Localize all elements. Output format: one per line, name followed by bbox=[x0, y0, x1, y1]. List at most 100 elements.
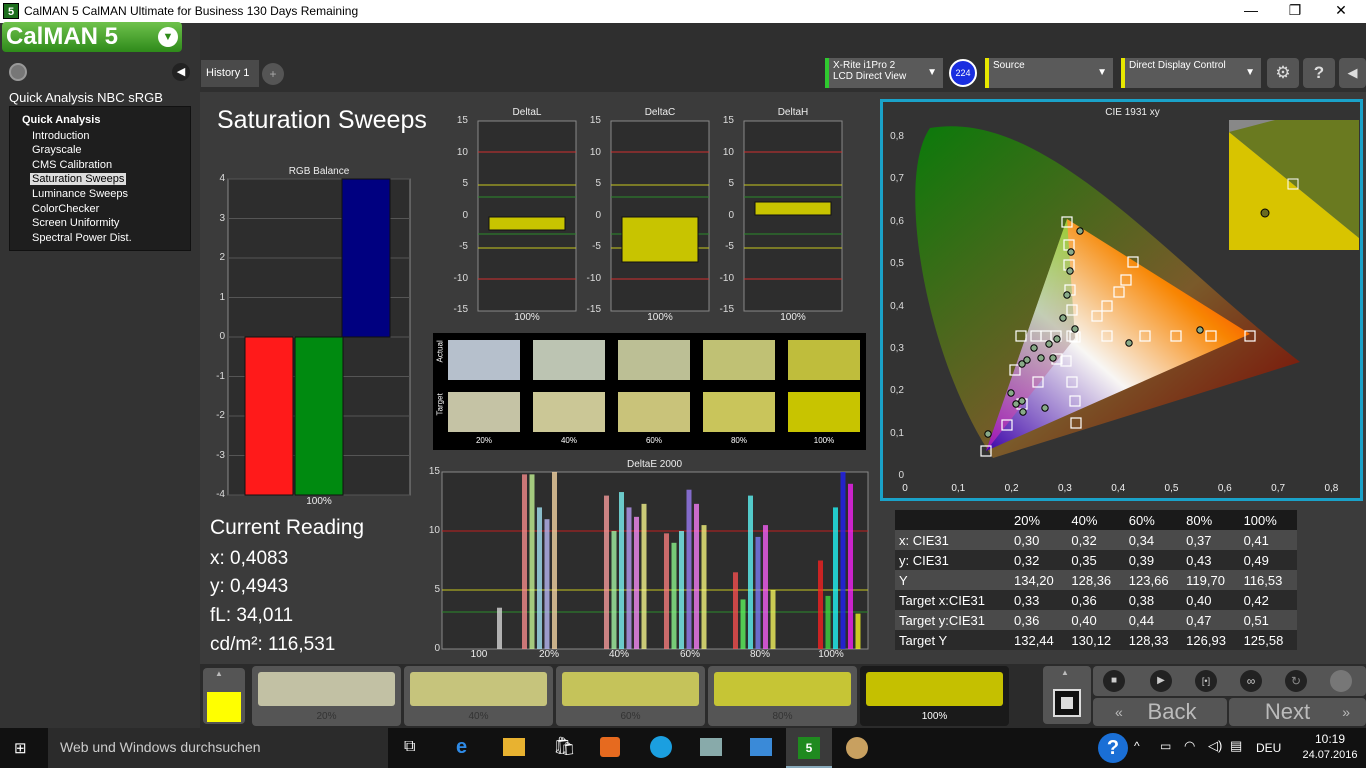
deltae-y-tick: 5 bbox=[434, 584, 440, 595]
double-chevron-right-icon: » bbox=[1342, 704, 1350, 720]
step-button[interactable]: 40% bbox=[404, 666, 553, 726]
next-label: Next bbox=[1264, 699, 1311, 724]
measured-marker bbox=[1125, 339, 1133, 347]
pin-icon[interactable] bbox=[9, 63, 27, 81]
sidebar-item-cms-calibration[interactable]: CMS Calibration bbox=[32, 159, 112, 171]
sidebar-item-colorchecker[interactable]: ColorChecker bbox=[32, 203, 99, 215]
cie-x-tick: 0,6 bbox=[1217, 483, 1232, 494]
wifi-icon[interactable]: ◠ bbox=[1184, 738, 1195, 754]
tab-history-1[interactable]: History 1 bbox=[201, 60, 259, 87]
help-circle-icon[interactable]: ? bbox=[1098, 733, 1128, 763]
cie-x-tick: 0,1 bbox=[951, 483, 966, 494]
step-button[interactable]: 60% bbox=[556, 666, 705, 726]
sidebar-item-introduction[interactable]: Introduction bbox=[32, 130, 89, 142]
task-view-icon[interactable]: ⧉ bbox=[404, 738, 415, 756]
refresh-icon[interactable]: ↻ bbox=[1285, 670, 1307, 692]
step-button[interactable]: 80% bbox=[708, 666, 857, 726]
step-color-swatch bbox=[866, 672, 1003, 706]
actual-swatch bbox=[703, 340, 775, 380]
sidebar-item-spectral-power[interactable]: Spectral Power Dist. bbox=[32, 232, 132, 244]
measured-marker bbox=[1196, 326, 1204, 334]
clock-date[interactable]: 24.07.2016 bbox=[1296, 749, 1364, 761]
back-button[interactable]: « Back bbox=[1093, 698, 1227, 726]
windows-start-icon[interactable]: ⊞ bbox=[14, 739, 32, 757]
chevron-down-icon: ▼ bbox=[1097, 67, 1107, 78]
maximize-button[interactable]: ❐ bbox=[1283, 2, 1307, 20]
delta-y-tick: 10 bbox=[722, 146, 734, 158]
delta-y-tick: 15 bbox=[589, 115, 601, 126]
deltae-bar bbox=[626, 507, 632, 649]
clock-time[interactable]: 10:19 bbox=[1300, 732, 1360, 746]
loop-icon[interactable]: ∞ bbox=[1240, 670, 1262, 692]
deltae-bar bbox=[537, 507, 542, 649]
add-tab-button[interactable]: + bbox=[262, 63, 284, 85]
step-button[interactable]: 100% bbox=[860, 666, 1009, 726]
volume-icon[interactable]: ◁) bbox=[1208, 738, 1222, 754]
target-swatch bbox=[533, 392, 605, 432]
deltae-bar bbox=[552, 472, 557, 649]
store-icon[interactable]: 🛍 bbox=[553, 736, 576, 757]
paint-icon[interactable] bbox=[846, 737, 868, 759]
cie-y-tick: 0,2 bbox=[890, 385, 904, 397]
stop-icon[interactable]: ■ bbox=[1103, 670, 1125, 692]
display-selector[interactable]: Direct Display Control ▼ bbox=[1121, 58, 1261, 88]
blue-bar bbox=[341, 178, 391, 338]
network-icon[interactable]: ▭ bbox=[1160, 739, 1171, 753]
delta-y-tick: 10 bbox=[456, 146, 468, 158]
table-cell: 0,51 bbox=[1243, 612, 1269, 628]
search-box[interactable]: Web und Windows durchsuchen bbox=[48, 728, 388, 768]
cie-x-tick: 0 bbox=[902, 483, 908, 494]
deltae-bar bbox=[840, 472, 846, 649]
deltae-bar bbox=[679, 531, 684, 649]
tree-root[interactable]: Quick Analysis bbox=[22, 114, 100, 126]
source-selector[interactable]: Source ▼ bbox=[985, 58, 1113, 88]
file-explorer-icon[interactable] bbox=[503, 738, 525, 756]
table-cell: 128,33 bbox=[1128, 632, 1169, 648]
language-indicator[interactable]: DEU bbox=[1256, 741, 1281, 755]
measure-icon bbox=[1053, 689, 1081, 717]
sidebar-item-saturation-sweeps[interactable]: Saturation Sweeps bbox=[30, 173, 127, 185]
app-icon-1[interactable] bbox=[700, 738, 722, 756]
meter-name: X-Rite i1Pro 2 bbox=[833, 60, 896, 71]
delta-y-tick: 5 bbox=[462, 178, 468, 189]
cie-y-tick: 0 bbox=[898, 470, 904, 482]
app-icon-2[interactable] bbox=[750, 738, 772, 756]
step-icon[interactable]: [•] bbox=[1195, 670, 1217, 692]
notification-icon[interactable]: ▤ bbox=[1230, 738, 1242, 754]
rgb-balance-chart bbox=[227, 178, 411, 496]
calman-menu-button[interactable]: CalMAN 5 ▼ bbox=[2, 22, 182, 52]
collapse-right-icon[interactable]: ◀ bbox=[1339, 58, 1366, 88]
table-cell: 0,39 bbox=[1128, 552, 1155, 568]
sidebar-item-screen-uniformity[interactable]: Screen Uniformity bbox=[32, 217, 119, 229]
deltae-bar bbox=[825, 595, 831, 649]
rgb-y-tick: 4 bbox=[219, 173, 225, 184]
calman-taskbar-icon[interactable]: 5 bbox=[786, 728, 832, 768]
play-icon[interactable]: ▶ bbox=[1150, 670, 1172, 692]
current-patch[interactable]: ▲ bbox=[203, 668, 245, 724]
table-cell: 0,41 bbox=[1243, 532, 1269, 548]
app-icon: 5 bbox=[3, 3, 19, 19]
stop-measure-button[interactable]: ▲ bbox=[1043, 666, 1091, 724]
meter-selector[interactable]: X-Rite i1Pro 2 LCD Direct View ▼ bbox=[825, 58, 943, 88]
settings-gear-icon[interactable]: ⚙ bbox=[1267, 58, 1299, 88]
edge-icon[interactable]: e bbox=[456, 736, 467, 759]
help-icon[interactable]: ? bbox=[1303, 58, 1335, 88]
collapse-sidebar-button[interactable]: ◀ bbox=[172, 63, 190, 81]
logo-text: CalMAN 5 bbox=[6, 23, 119, 50]
media-icon[interactable] bbox=[600, 737, 620, 757]
teamviewer-icon[interactable] bbox=[650, 736, 672, 758]
tray-chevron-icon[interactable]: ^ bbox=[1134, 739, 1140, 753]
sidebar-item-luminance-sweeps[interactable]: Luminance Sweeps bbox=[32, 188, 128, 200]
rgb-y-tick: 0 bbox=[219, 331, 225, 342]
close-button[interactable]: ✕ bbox=[1329, 2, 1353, 20]
rgb-x-label: 100% bbox=[306, 496, 332, 507]
next-button[interactable]: Next » bbox=[1229, 698, 1366, 726]
delta-y-tick: -5 bbox=[725, 241, 734, 252]
step-button[interactable]: 20% bbox=[252, 666, 401, 726]
meter-badge[interactable]: 224 bbox=[949, 59, 977, 87]
minimize-button[interactable]: — bbox=[1239, 2, 1263, 20]
record-icon[interactable] bbox=[1330, 670, 1352, 692]
row-label: y: CIE31 bbox=[899, 552, 949, 568]
deltae-bar bbox=[694, 503, 699, 649]
sidebar-item-grayscale[interactable]: Grayscale bbox=[32, 144, 82, 156]
